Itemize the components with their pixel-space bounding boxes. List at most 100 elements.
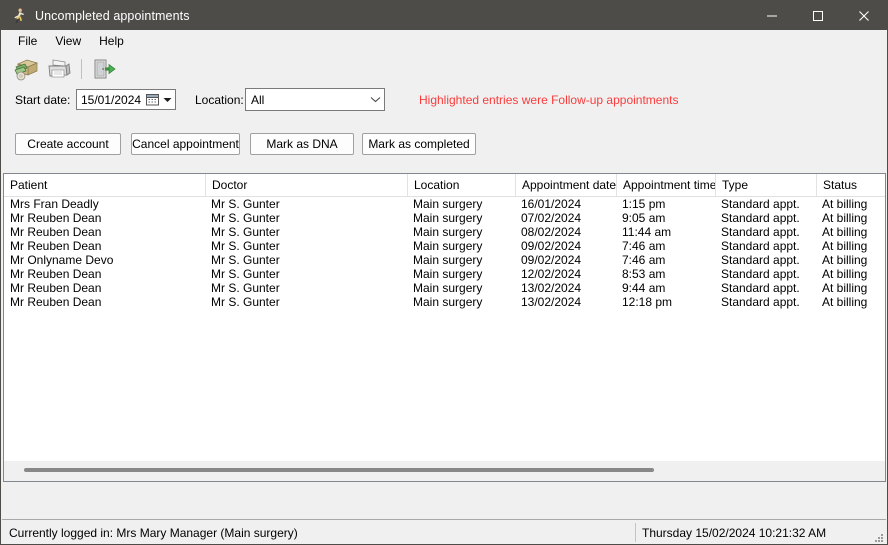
payments-icon[interactable] xyxy=(12,55,42,83)
cell-time: 1:15 pm xyxy=(616,197,715,211)
horizontal-scrollbar[interactable] xyxy=(4,460,885,481)
cell-date: 07/02/2024 xyxy=(515,211,616,225)
status-bar: Currently logged in: Mrs Mary Manager (M… xyxy=(2,519,886,544)
table-row[interactable]: Mr Reuben DeanMr S. GunterMain surgery12… xyxy=(4,267,885,281)
column-header-doctor[interactable]: Doctor xyxy=(205,174,407,196)
cell-time: 12:18 pm xyxy=(616,295,715,309)
menu-item-help[interactable]: Help xyxy=(91,32,132,50)
cell-time: 7:46 am xyxy=(616,239,715,253)
cell-type: Standard appt. xyxy=(715,239,816,253)
calendar-icon[interactable] xyxy=(146,93,159,106)
column-header-patient[interactable]: Patient xyxy=(4,174,205,196)
cell-time: 9:05 am xyxy=(616,211,715,225)
cell-date: 09/02/2024 xyxy=(515,253,616,267)
cell-status: At billing xyxy=(816,281,885,295)
table-row[interactable]: Mr Reuben DeanMr S. GunterMain surgery07… xyxy=(4,211,885,225)
cell-status: At billing xyxy=(816,225,885,239)
app-window: Uncompleted appointments File View Help xyxy=(0,0,888,545)
location-label: Location: xyxy=(195,93,244,107)
toolbar-separator xyxy=(81,59,82,79)
cell-location: Main surgery xyxy=(407,295,515,309)
cell-time: 7:46 am xyxy=(616,253,715,267)
start-date-picker[interactable]: 15/01/2024 xyxy=(76,89,176,110)
cell-time: 8:53 am xyxy=(616,267,715,281)
cell-type: Standard appt. xyxy=(715,211,816,225)
start-date-label: Start date: xyxy=(15,93,70,107)
cell-location: Main surgery xyxy=(407,225,515,239)
menu-item-view[interactable]: View xyxy=(47,32,89,50)
column-header-appointment-time[interactable]: Appointment time xyxy=(616,174,715,196)
datetime-status: Thursday 15/02/2024 10:21:32 AM xyxy=(635,523,865,542)
cell-status: At billing xyxy=(816,267,885,281)
close-button[interactable] xyxy=(841,1,887,30)
cell-status: At billing xyxy=(816,253,885,267)
cell-patient: Mr Reuben Dean xyxy=(4,281,205,295)
filter-bar: Start date: 15/01/2024 Location: All Hig… xyxy=(2,87,886,119)
cancel-appointment-button[interactable]: Cancel appointment xyxy=(131,133,240,155)
cell-date: 13/02/2024 xyxy=(515,281,616,295)
title-bar: Uncompleted appointments xyxy=(1,1,887,30)
cell-doctor: Mr S. Gunter xyxy=(205,295,407,309)
minimize-button[interactable] xyxy=(749,1,795,30)
chevron-down-icon[interactable] xyxy=(161,97,173,103)
table-header-row: PatientDoctorLocationAppointment dateApp… xyxy=(4,174,885,197)
cell-patient: Mr Reuben Dean xyxy=(4,225,205,239)
column-header-location[interactable]: Location xyxy=(407,174,515,196)
mark-as-completed-button[interactable]: Mark as completed xyxy=(362,133,476,155)
cell-patient: Mrs Fran Deadly xyxy=(4,197,205,211)
cell-patient: Mr Reuben Dean xyxy=(4,239,205,253)
cell-patient: Mr Onlyname Devo xyxy=(4,253,205,267)
column-header-appointment-date[interactable]: Appointment date xyxy=(515,174,616,196)
column-header-status[interactable]: Status xyxy=(816,174,886,196)
cell-date: 12/02/2024 xyxy=(515,267,616,281)
cell-type: Standard appt. xyxy=(715,267,816,281)
exit-door-icon[interactable] xyxy=(89,55,119,83)
cell-type: Standard appt. xyxy=(715,281,816,295)
table-row[interactable]: Mr Reuben DeanMr S. GunterMain surgery08… xyxy=(4,225,885,239)
printer-icon[interactable] xyxy=(44,55,74,83)
window-controls xyxy=(749,1,887,30)
cell-status: At billing xyxy=(816,239,885,253)
cell-patient: Mr Reuben Dean xyxy=(4,267,205,281)
cell-location: Main surgery xyxy=(407,197,515,211)
cell-doctor: Mr S. Gunter xyxy=(205,211,407,225)
table-row[interactable]: Mrs Fran DeadlyMr S. GunterMain surgery1… xyxy=(4,197,885,211)
cell-time: 9:44 am xyxy=(616,281,715,295)
location-select[interactable]: All xyxy=(245,88,385,111)
cell-date: 13/02/2024 xyxy=(515,295,616,309)
mark-as-dna-button[interactable]: Mark as DNA xyxy=(250,133,354,155)
maximize-button[interactable] xyxy=(795,1,841,30)
table-row[interactable]: Mr Reuben DeanMr S. GunterMain surgery13… xyxy=(4,281,885,295)
cell-date: 09/02/2024 xyxy=(515,239,616,253)
location-value[interactable]: All xyxy=(246,93,366,107)
cell-doctor: Mr S. Gunter xyxy=(205,267,407,281)
cell-doctor: Mr S. Gunter xyxy=(205,253,407,267)
cell-time: 11:44 am xyxy=(616,225,715,239)
horizontal-scrollbar-thumb[interactable] xyxy=(24,468,654,472)
table-row[interactable]: Mr Reuben DeanMr S. GunterMain surgery13… xyxy=(4,295,885,309)
table-row[interactable]: Mr Reuben DeanMr S. GunterMain surgery09… xyxy=(4,239,885,253)
create-account-button[interactable]: Create account xyxy=(15,133,121,155)
resize-grip-icon[interactable] xyxy=(872,530,884,542)
start-date-value[interactable]: 15/01/2024 xyxy=(77,93,146,107)
cell-type: Standard appt. xyxy=(715,253,816,267)
cell-type: Standard appt. xyxy=(715,295,816,309)
cell-location: Main surgery xyxy=(407,267,515,281)
cell-type: Standard appt. xyxy=(715,197,816,211)
cell-status: At billing xyxy=(816,197,885,211)
cell-doctor: Mr S. Gunter xyxy=(205,197,407,211)
toolbar xyxy=(2,52,886,85)
menu-item-file[interactable]: File xyxy=(10,32,45,50)
followup-notice: Highlighted entries were Follow-up appoi… xyxy=(419,93,678,107)
table-row[interactable]: Mr Onlyname DevoMr S. GunterMain surgery… xyxy=(4,253,885,267)
chevron-down-icon[interactable] xyxy=(366,96,384,103)
cell-location: Main surgery xyxy=(407,211,515,225)
appointments-list[interactable]: PatientDoctorLocationAppointment dateApp… xyxy=(3,173,886,482)
table-body[interactable]: Mrs Fran DeadlyMr S. GunterMain surgery1… xyxy=(4,197,885,461)
action-button-bar: Create account Cancel appointment Mark a… xyxy=(2,133,886,157)
cell-date: 16/01/2024 xyxy=(515,197,616,211)
cell-type: Standard appt. xyxy=(715,225,816,239)
cell-status: At billing xyxy=(816,295,885,309)
cell-patient: Mr Reuben Dean xyxy=(4,295,205,309)
column-header-type[interactable]: Type xyxy=(715,174,816,196)
